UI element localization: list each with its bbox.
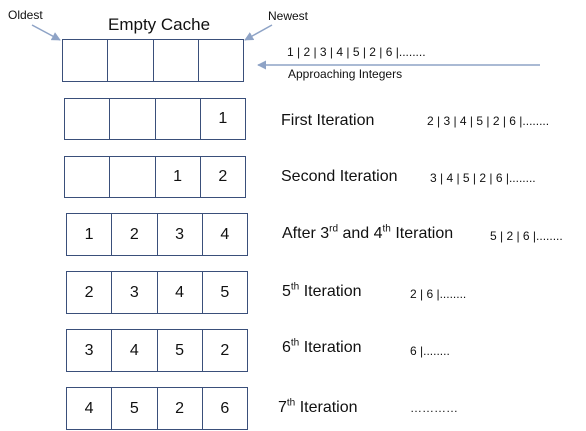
remaining-queue-3: 5 | 2 | 6 |........ xyxy=(490,229,563,243)
cache-cell: 4 xyxy=(220,225,230,243)
empty-cache-title: Empty Cache xyxy=(108,15,211,34)
iteration-label-5: 5th Iteration xyxy=(282,281,362,301)
iteration-label-text: 5 xyxy=(282,283,291,300)
cache-cell: 2 xyxy=(218,168,228,185)
approaching-sequence: 1 | 2 | 3 | 4 | 5 | 2 | 6 |........ xyxy=(287,45,426,59)
iteration-label-text: After 3 xyxy=(282,225,330,242)
newest-arrow xyxy=(244,24,273,41)
newest-label: Newest xyxy=(268,9,309,23)
cache-cell: 5 xyxy=(158,330,203,371)
iteration-label-text: Iteration xyxy=(295,399,358,416)
iteration-label-7: 7th Iteration xyxy=(278,397,358,417)
cache-cell: 1 xyxy=(218,110,228,127)
cache-cell: 4 xyxy=(112,330,158,371)
cache-row-3: 1 2 3 4 xyxy=(66,213,248,256)
iteration-label-text: and 4 xyxy=(338,225,383,242)
iteration-label-3: After 3rd and 4th Iteration xyxy=(282,223,454,243)
cache-cell: 2 xyxy=(67,272,113,313)
cache-cell: 5 xyxy=(112,388,158,429)
iteration-label-text: 6 xyxy=(282,339,291,356)
iteration-label-text: Iteration xyxy=(299,339,362,356)
cache-cell xyxy=(65,99,111,139)
cache-cell: 5 xyxy=(220,283,230,301)
cache-row-empty xyxy=(62,39,244,82)
ordinal-suffix: th xyxy=(290,281,300,293)
remaining-queue-2: 3 | 4 | 5 | 2 | 6 |........ xyxy=(430,171,536,185)
cache-cell: 2 xyxy=(220,341,230,359)
cache-cell: 2 xyxy=(112,214,158,255)
cache-cell xyxy=(110,99,156,139)
cache-row-4: 2 3 4 5 xyxy=(66,271,248,314)
ordinal-suffix: rd xyxy=(329,223,339,235)
cache-cell: 3 xyxy=(67,330,113,371)
iteration-label-text: Iteration xyxy=(299,283,362,300)
cache-row-7: 4 5 2 6 xyxy=(66,387,248,430)
cache-row-6: 3 4 5 2 xyxy=(66,329,248,372)
ordinal-suffix: th xyxy=(290,337,300,349)
iteration-label-2: Second Iteration xyxy=(281,168,398,185)
cache-cell: 6 xyxy=(220,399,230,417)
cache-cell xyxy=(154,40,199,81)
remaining-queue-6: 6 |........ xyxy=(410,344,450,358)
ordinal-suffix: th xyxy=(382,223,391,235)
cache-cell: 3 xyxy=(158,214,203,255)
cache-cell xyxy=(63,40,109,81)
remaining-queue-1: 2 | 3 | 4 | 5 | 2 | 6 |........ xyxy=(427,114,550,128)
oldest-label: Oldest xyxy=(8,8,43,22)
iteration-label-1: First Iteration xyxy=(281,112,375,129)
iteration-label-text: 7 xyxy=(278,399,287,416)
remaining-queue-5: 2 | 6 |........ xyxy=(410,287,467,301)
cache-cell xyxy=(108,40,154,81)
oldest-arrow xyxy=(31,24,61,41)
cache-cell xyxy=(65,157,111,197)
iteration-label-text: Iteration xyxy=(390,225,454,242)
approaching-label: Approaching Integers xyxy=(288,67,403,81)
cache-cell: 4 xyxy=(158,272,203,313)
cache-cell xyxy=(156,99,201,139)
cache-cell xyxy=(199,40,243,81)
cache-cell: 1 xyxy=(67,214,113,255)
cache-cell xyxy=(110,157,156,197)
cache-cell: 1 xyxy=(156,157,201,197)
cache-cell: 3 xyxy=(112,272,158,313)
cache-row-1: 1 xyxy=(64,98,246,140)
remaining-queue-7: ………… xyxy=(410,401,458,415)
cache-cell: 4 xyxy=(67,388,113,429)
ordinal-suffix: th xyxy=(286,397,296,409)
cache-cell: 2 xyxy=(158,388,203,429)
cache-row-2: 1 2 xyxy=(64,156,246,198)
iteration-label-6: 6th Iteration xyxy=(282,337,362,357)
